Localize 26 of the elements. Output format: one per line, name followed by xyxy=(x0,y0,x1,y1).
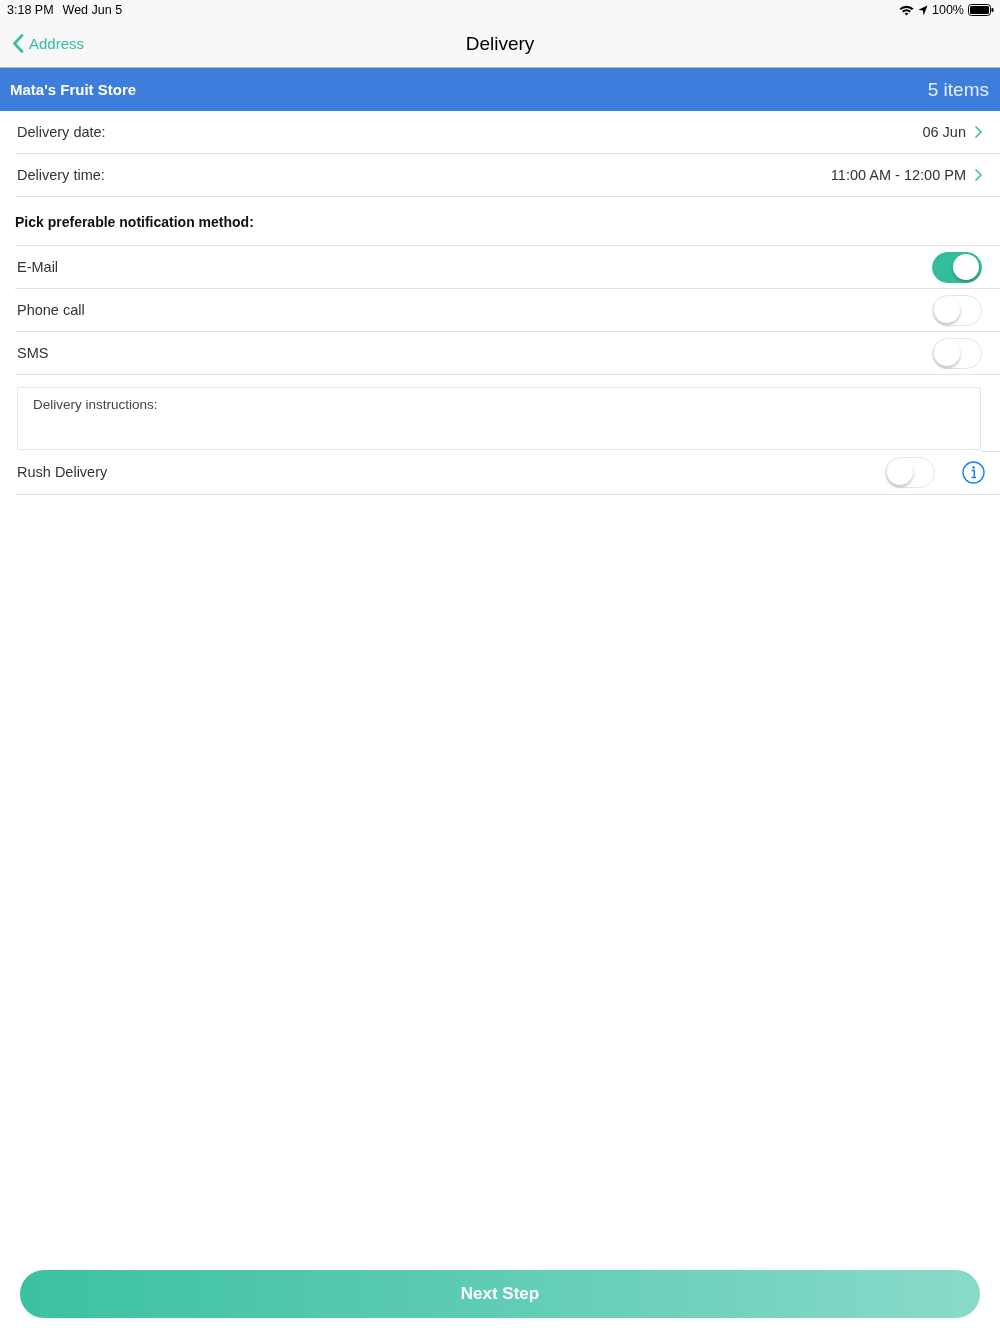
battery-icon xyxy=(968,4,994,16)
chevron-icon xyxy=(975,126,982,138)
screen-title: Delivery xyxy=(465,32,535,55)
location-arrow-icon xyxy=(918,4,928,16)
instructions-field[interactable]: Delivery instructions: xyxy=(17,387,981,450)
status-time: 3:18 PM xyxy=(7,3,54,17)
schedule-row[interactable]: Delivery date: 06 Jun xyxy=(15,111,1000,154)
row-label: Delivery date: xyxy=(17,124,107,140)
battery-percentage: 100% xyxy=(932,3,964,17)
info-icon[interactable] xyxy=(962,460,985,484)
row-value: 06 Jun xyxy=(922,124,966,140)
store-name: Mata's Fruit Store xyxy=(10,81,137,98)
option-label: E-Mail xyxy=(17,259,59,275)
item-count: 5 items xyxy=(927,78,989,101)
wifi-icon xyxy=(899,4,914,16)
row-value: 11:00 AM - 12:00 PM xyxy=(830,167,966,183)
chevron-icon xyxy=(975,169,982,181)
status-date: Wed Jun 5 xyxy=(62,3,123,17)
option-label: Phone call xyxy=(17,302,85,318)
row-label: Delivery time: xyxy=(17,167,106,183)
option-label: SMS xyxy=(17,345,49,361)
toggle-switch[interactable] xyxy=(932,251,982,283)
option-label: Rush Delivery xyxy=(17,464,109,480)
schedule-row[interactable]: Delivery time: 11:00 AM - 12:00 PM xyxy=(15,154,1000,197)
back-chevron-icon xyxy=(12,34,24,53)
section-heading: Pick preferable notification method: xyxy=(15,213,254,230)
